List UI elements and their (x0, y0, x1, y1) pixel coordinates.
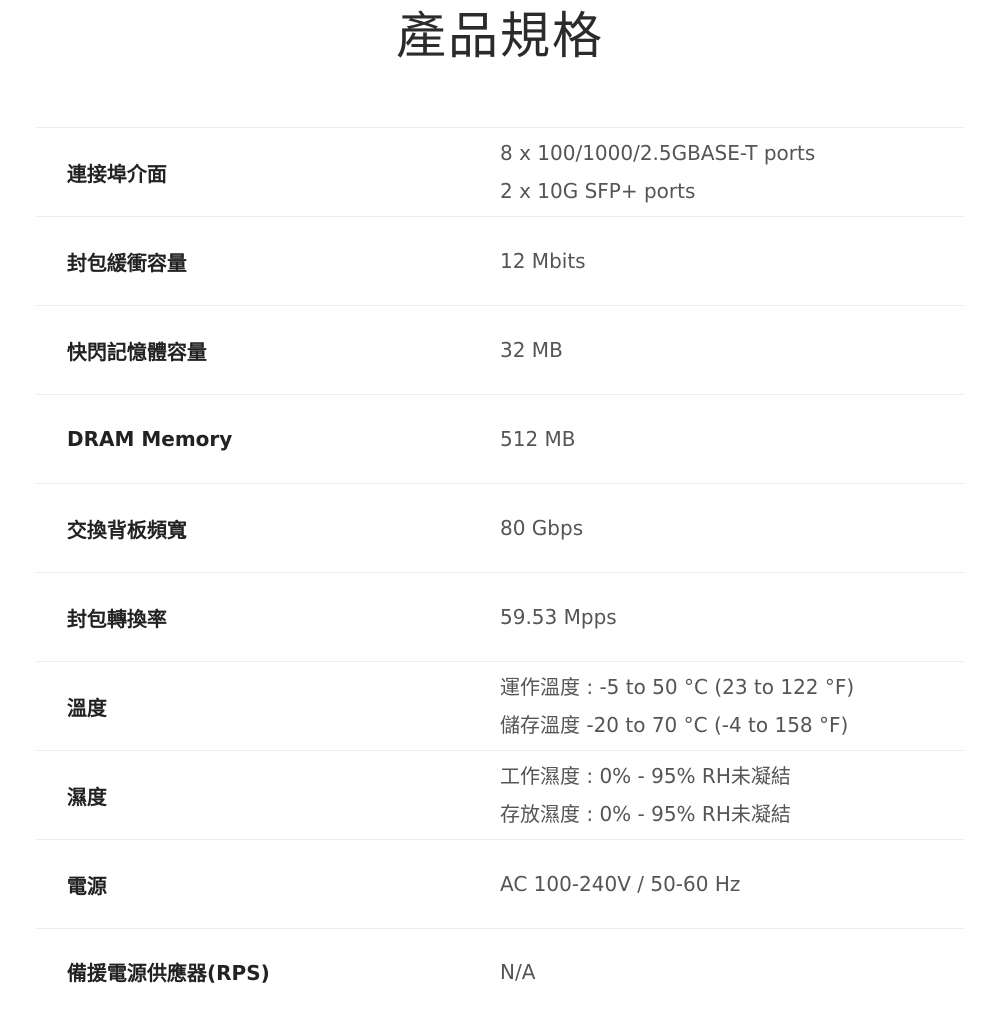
spec-row-temperature: 溫度 運作溫度 : -5 to 50 °C (23 to 122 °F) 儲存溫… (36, 661, 964, 750)
spec-value: 80 Gbps (500, 516, 584, 540)
spec-value: N/A (500, 959, 536, 984)
spec-values: N/A (500, 953, 964, 991)
spec-row-rps: 備援電源供應器(RPS) N/A (36, 928, 964, 1014)
spec-row-dram-memory: DRAM Memory 512 MB (36, 394, 964, 483)
spec-values: 512 MB (500, 420, 964, 458)
spec-label: 溫度 (67, 695, 107, 720)
spec-value: 儲存溫度 -20 to 70 °C (-4 to 158 °F) (500, 713, 849, 737)
spec-value: 12 Mbits (500, 249, 586, 273)
spec-table: 連接埠介面 8 x 100/1000/2.5GBASE-T ports 2 x … (36, 127, 964, 1014)
spec-values: 運作溫度 : -5 to 50 °C (23 to 122 °F) 儲存溫度 -… (500, 668, 964, 744)
spec-row-switching-capacity: 交換背板頻寬 80 Gbps (36, 483, 964, 572)
spec-values: AC 100-240V / 50-60 Hz (500, 865, 964, 903)
spec-label: 電源 (67, 873, 107, 898)
spec-value: 32 MB (500, 338, 563, 362)
spec-value: 512 MB (500, 427, 576, 451)
spec-row-packet-buffer: 封包緩衝容量 12 Mbits (36, 216, 964, 305)
spec-label: 封包轉換率 (67, 606, 167, 631)
page-title: 產品規格 (396, 7, 604, 65)
spec-value: 59.53 Mpps (500, 605, 617, 629)
spec-row-ports: 連接埠介面 8 x 100/1000/2.5GBASE-T ports 2 x … (36, 127, 964, 216)
spec-value: 存放濕度 : 0% - 95% RH未凝結 (500, 802, 791, 826)
spec-value: AC 100-240V / 50-60 Hz (500, 872, 741, 896)
spec-row-power: 電源 AC 100-240V / 50-60 Hz (36, 839, 964, 928)
spec-label: 濕度 (67, 784, 107, 809)
spec-value: 8 x 100/1000/2.5GBASE-T ports (500, 141, 816, 165)
spec-label: DRAM Memory (67, 427, 233, 451)
spec-label: 備援電源供應器(RPS) (67, 961, 270, 985)
spec-values: 8 x 100/1000/2.5GBASE-T ports 2 x 10G SF… (500, 134, 964, 210)
spec-values: 80 Gbps (500, 509, 964, 547)
spec-label: 交換背板頻寬 (67, 517, 187, 542)
spec-label: 封包緩衝容量 (67, 250, 187, 275)
spec-values: 32 MB (500, 331, 964, 369)
spec-values: 工作濕度 : 0% - 95% RH未凝結 存放濕度 : 0% - 95% RH… (500, 757, 964, 833)
spec-row-forwarding-rate: 封包轉換率 59.53 Mpps (36, 572, 964, 661)
spec-value: 運作溫度 : -5 to 50 °C (23 to 122 °F) (500, 675, 855, 699)
spec-value: 工作濕度 : 0% - 95% RH未凝結 (500, 764, 791, 788)
spec-value: 2 x 10G SFP+ ports (500, 179, 696, 203)
spec-row-flash-memory: 快閃記憶體容量 32 MB (36, 305, 964, 394)
spec-values: 12 Mbits (500, 242, 964, 280)
spec-values: 59.53 Mpps (500, 598, 964, 636)
spec-label: 連接埠介面 (67, 161, 167, 186)
spec-label: 快閃記憶體容量 (67, 339, 207, 364)
spec-row-humidity: 濕度 工作濕度 : 0% - 95% RH未凝結 存放濕度 : 0% - 95%… (36, 750, 964, 839)
